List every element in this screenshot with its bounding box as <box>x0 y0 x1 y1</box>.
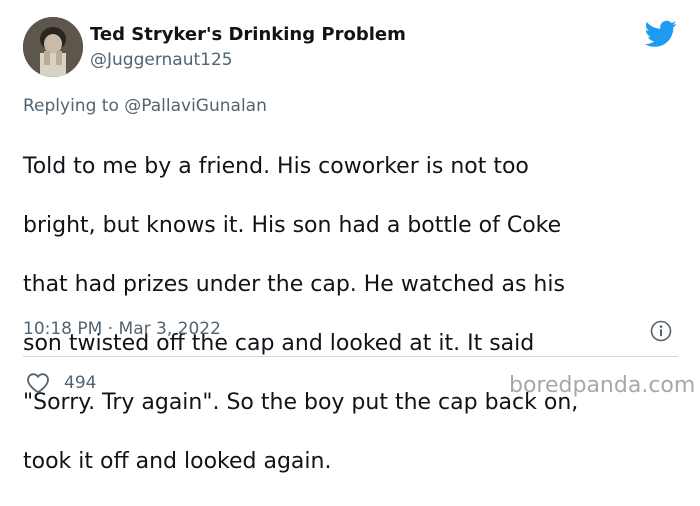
tweet-line: Told to me by a friend. His coworker is … <box>23 153 529 179</box>
divider <box>23 356 678 357</box>
timestamp-link[interactable]: 10:18 PM · Mar 3, 2022 <box>23 319 221 339</box>
tweet-text: Told to me by a friend. His coworker is … <box>23 122 683 506</box>
replying-to: Replying to @PallaviGunalan <box>23 96 267 116</box>
avatar[interactable] <box>23 17 83 77</box>
tweet-line: took it off and looked again. <box>23 448 332 474</box>
info-icon[interactable] <box>650 320 672 342</box>
like-button[interactable]: 494 <box>26 372 96 394</box>
handle[interactable]: @Juggernaut125 <box>90 50 233 70</box>
twitter-bird-icon[interactable] <box>645 20 677 48</box>
heart-icon <box>27 373 49 394</box>
watermark: boredpanda.com <box>509 373 696 398</box>
tweet-line: that had prizes under the cap. He watche… <box>23 271 565 297</box>
tweet-line: bright, but knows it. His son had a bott… <box>23 212 562 238</box>
like-count: 494 <box>64 373 97 393</box>
replying-prefix: Replying to <box>23 96 119 116</box>
reply-mention-link[interactable]: @PallaviGunalan <box>124 96 267 116</box>
display-name[interactable]: Ted Stryker's Drinking Problem <box>90 24 406 45</box>
